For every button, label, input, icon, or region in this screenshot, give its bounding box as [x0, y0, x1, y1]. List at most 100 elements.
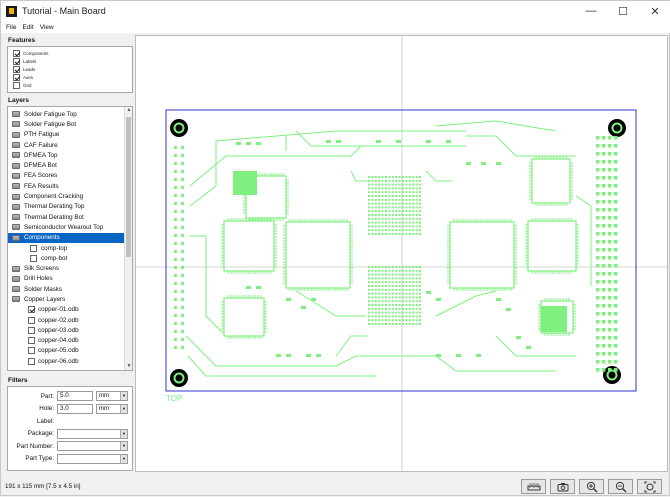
close-button[interactable]: ✕: [639, 1, 670, 21]
hole-unit-select[interactable]: mm ▼: [96, 403, 128, 414]
layer-item[interactable]: Component Cracking: [8, 191, 132, 201]
bga-ball: [381, 307, 384, 310]
part-unit-select[interactable]: mm ▼: [96, 391, 128, 402]
bga-ball: [368, 300, 370, 303]
layer-item[interactable]: Thermal Derating Top: [8, 202, 132, 212]
chevron-down-icon[interactable]: ▼: [120, 454, 127, 463]
layers-title: Layers: [8, 97, 29, 104]
layer-item[interactable]: copper-05.odb: [8, 346, 132, 356]
menu-edit[interactable]: Edit: [22, 24, 33, 31]
bga-ball: [402, 191, 404, 194]
package-select[interactable]: ▼: [57, 428, 128, 439]
measure-button[interactable]: [521, 479, 546, 494]
layer-checkbox[interactable]: [28, 337, 35, 345]
layer-item[interactable]: DFMEA Bot: [8, 160, 132, 170]
bga-ball: [378, 210, 381, 213]
pcb-board-drawing[interactable]: TOP: [136, 36, 668, 472]
layer-item[interactable]: comp-top: [8, 243, 132, 253]
layers-scrollbar[interactable]: ▲ ▼: [124, 107, 132, 370]
bga-ball: [385, 288, 387, 291]
layer-item[interactable]: FEA Scores: [8, 171, 132, 181]
feature-item[interactable]: Leads: [8, 65, 132, 73]
layer-checkbox[interactable]: [30, 244, 37, 252]
layer-item[interactable]: Solder Masks: [8, 284, 132, 294]
bga-ball: [381, 179, 384, 182]
layer-item[interactable]: PTH Fatigue: [8, 130, 132, 140]
layer-item[interactable]: comp-bot: [8, 253, 132, 263]
feature-checkbox[interactable]: [13, 49, 20, 57]
layer-item[interactable]: Copper Layers: [8, 294, 132, 304]
scroll-down-arrow-icon[interactable]: ▼: [125, 363, 132, 370]
feature-item[interactable]: Components: [8, 49, 132, 57]
layer-item[interactable]: Solder Fatigue Bot: [8, 119, 132, 129]
menu-file[interactable]: File: [6, 24, 16, 31]
header-pin: [596, 344, 600, 348]
part-type-select[interactable]: ▼: [57, 453, 128, 464]
camera-icon: [557, 482, 568, 491]
zoom-in-button[interactable]: [579, 479, 604, 494]
part-type-label: Part Type:: [25, 455, 54, 463]
zoom-out-button[interactable]: [608, 479, 633, 494]
layer-checkbox[interactable]: [28, 357, 35, 365]
bga-ball: [395, 269, 398, 272]
zoom-out-icon: [615, 481, 626, 492]
board-viewer-canvas[interactable]: TOP: [135, 35, 668, 472]
layer-item[interactable]: copper-01.odb: [8, 305, 132, 315]
layer-item[interactable]: Drill Holes: [8, 274, 132, 284]
feature-item[interactable]: Labels: [8, 57, 132, 65]
layer-item[interactable]: CAF Failure: [8, 140, 132, 150]
layer-checkbox[interactable]: [30, 254, 37, 262]
bga-ball: [381, 300, 384, 303]
passive-pad: [426, 140, 431, 143]
chevron-down-icon[interactable]: ▼: [120, 404, 127, 413]
layer-item[interactable]: Silk Screens: [8, 263, 132, 273]
layer-item[interactable]: copper-06.odb: [8, 356, 132, 366]
bga-ball: [388, 183, 391, 186]
scroll-thumb[interactable]: [126, 117, 131, 257]
hole-size-input[interactable]: 3.0: [57, 403, 93, 414]
layer-item[interactable]: FEA Results: [8, 181, 132, 191]
part-size-input[interactable]: 5.0: [57, 391, 93, 402]
filters-panel: Part: 5.0 mm ▼ Hole: 3.0 mm ▼ Label: Pac…: [7, 386, 133, 471]
chevron-down-icon[interactable]: ▼: [120, 442, 127, 451]
chevron-down-icon[interactable]: ▼: [120, 429, 127, 438]
bga-ball: [415, 285, 418, 287]
layer-item[interactable]: copper-03.odb: [8, 325, 132, 335]
chevron-down-icon[interactable]: ▼: [120, 392, 127, 401]
layer-checkbox[interactable]: [28, 306, 35, 314]
header-pin: [596, 208, 600, 212]
feature-checkbox[interactable]: [13, 65, 20, 73]
passive-pad: [516, 336, 521, 339]
feature-checkbox[interactable]: [13, 73, 20, 81]
layer-checkbox[interactable]: [28, 326, 35, 334]
bga-chip: [541, 306, 567, 332]
maximize-button[interactable]: ☐: [607, 1, 639, 21]
layer-item[interactable]: copper-04.odb: [8, 336, 132, 346]
layer-item[interactable]: Semiconductor Wearout Top: [8, 222, 132, 232]
part-number-select[interactable]: ▼: [57, 441, 128, 452]
connector-pin: [181, 298, 184, 301]
layer-checkbox[interactable]: [28, 316, 35, 324]
screenshot-button[interactable]: [550, 479, 575, 494]
bga-ball: [368, 233, 370, 235]
passive-pad: [506, 308, 511, 311]
zoom-fit-button[interactable]: [637, 479, 662, 494]
feature-item[interactable]: Axes: [8, 73, 132, 81]
scroll-up-arrow-icon[interactable]: ▲: [125, 107, 132, 114]
bga-ball: [405, 273, 408, 276]
bga-ball: [388, 292, 391, 295]
bga-ball: [412, 206, 415, 209]
menu-view[interactable]: View: [40, 24, 54, 31]
bga-ball: [391, 202, 394, 205]
feature-checkbox[interactable]: [13, 57, 20, 65]
layer-item[interactable]: Solder Fatigue Top: [8, 109, 132, 119]
minimize-button[interactable]: —: [575, 1, 607, 21]
layer-checkbox[interactable]: [28, 347, 35, 355]
layers-tree: Solder Fatigue Top Solder Fatigue Bot PTH …: [7, 106, 133, 371]
feature-item[interactable]: Grid: [8, 81, 132, 89]
layer-item[interactable]: Components: [8, 232, 132, 243]
layer-item[interactable]: Thermal Derating Bot: [8, 212, 132, 222]
feature-checkbox[interactable]: [13, 81, 20, 89]
layer-item[interactable]: copper-02.odb: [8, 315, 132, 325]
layer-item[interactable]: DFMEA Top: [8, 150, 132, 160]
